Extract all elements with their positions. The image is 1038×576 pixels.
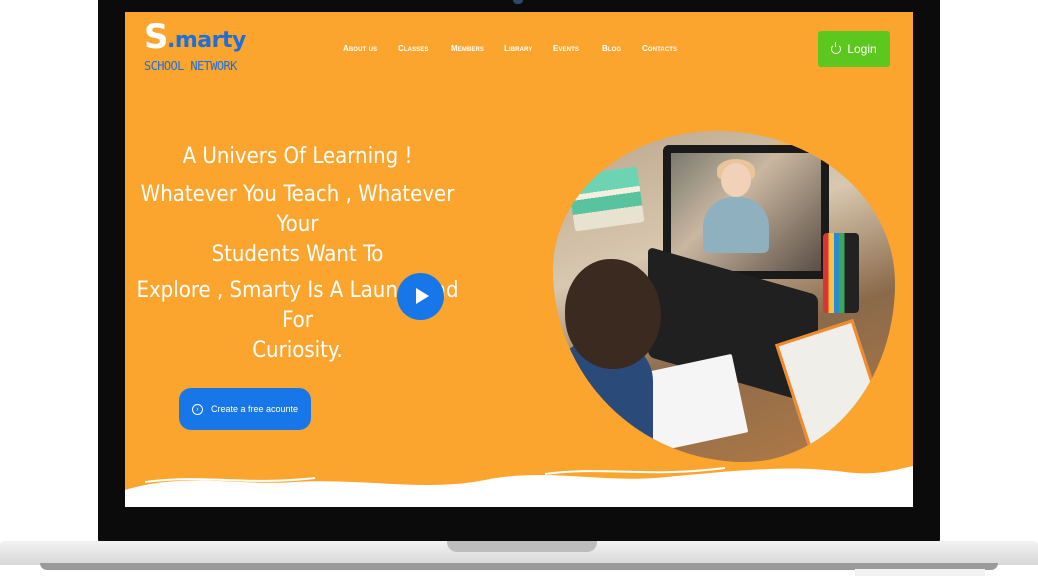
arrow-right-circle-icon: › — [191, 403, 203, 415]
login-label: Login — [847, 42, 877, 56]
hero-video-thumbnail[interactable] — [553, 131, 895, 462]
login-button[interactable]: Login — [818, 31, 890, 67]
logo-name: .marty — [167, 28, 246, 53]
books-image — [567, 166, 645, 232]
nav-item-members[interactable]: Members — [451, 44, 504, 53]
hero-text: A Univers Of Learning ! Whatever You Tea… — [125, 142, 470, 366]
logo-subtitle: SCHOOL NETWORK — [144, 59, 237, 73]
create-account-button[interactable]: › Create a free acounte — [179, 388, 311, 430]
nav-item-events[interactable]: Events — [553, 44, 602, 53]
nav-item-about[interactable]: About us — [343, 44, 398, 53]
teacher-head — [721, 163, 751, 197]
hero-line-3b: Curiosity. — [252, 338, 343, 363]
nav-item-contacts[interactable]: Contacts — [642, 44, 692, 53]
play-icon[interactable] — [397, 273, 444, 320]
notebook-image — [637, 353, 749, 453]
create-account-label: Create a free acounte — [210, 404, 299, 414]
logo-initial: S — [144, 17, 169, 57]
website-screen: S .marty SCHOOL NETWORK About us Classes… — [125, 12, 913, 507]
wave-divider — [125, 466, 913, 507]
nav-item-blog[interactable]: Blog — [602, 44, 642, 53]
notepad-image — [775, 319, 889, 455]
logo[interactable]: S .marty SCHOOL NETWORK — [144, 20, 254, 76]
laptop-shadow — [855, 569, 985, 576]
power-icon — [831, 42, 842, 54]
laptop-hinge-notch — [447, 541, 597, 552]
hero-headline: A Univers Of Learning ! — [182, 144, 413, 169]
hero-line-2a: Whatever You Teach , Whatever Your — [140, 182, 455, 237]
teacher-body — [703, 197, 769, 253]
nav-item-classes[interactable]: Classes — [398, 44, 451, 53]
student-head — [565, 259, 661, 369]
pencils-image — [823, 233, 859, 313]
hero-line-2b: Students Want To — [211, 242, 384, 267]
main-nav: About us Classes Members Library Events … — [343, 44, 692, 53]
nav-item-library[interactable]: Library — [504, 44, 553, 53]
